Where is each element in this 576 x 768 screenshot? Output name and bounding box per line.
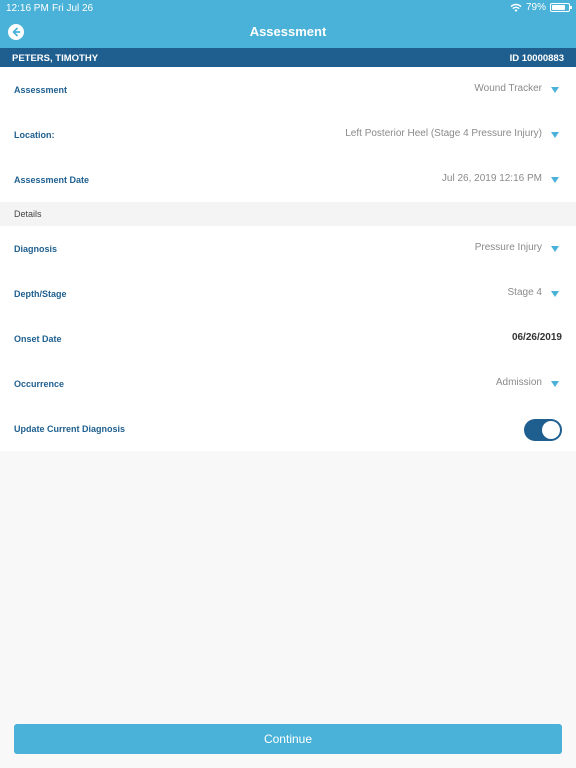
onset-date-field[interactable]: Onset Date 06/26/2019 — [0, 316, 576, 361]
depth-stage-label: Depth/Stage — [14, 289, 67, 299]
diagnosis-label: Diagnosis — [14, 244, 58, 254]
details-label: Details — [14, 209, 42, 219]
patient-name: PETERS, TIMOTHY — [12, 53, 99, 64]
continue-button[interactable]: Continue — [14, 724, 562, 754]
diagnosis-value: Pressure Injury — [474, 242, 542, 253]
assessment-form: Assessment Wound Tracker Location: Left … — [0, 67, 576, 451]
page-title: Assessment — [249, 24, 327, 39]
assessment-date-value: Jul 26, 2019 12:16 PM — [441, 173, 542, 184]
dropdown-arrow-icon — [551, 291, 559, 297]
dropdown-arrow-icon — [551, 246, 559, 252]
location-label: Location: — [14, 130, 55, 140]
assessment-date-label: Assessment Date — [14, 175, 90, 185]
occurrence-select[interactable]: Occurrence Admission — [0, 361, 576, 406]
onset-date-label: Onset Date — [14, 334, 62, 344]
dropdown-arrow-icon — [551, 87, 559, 93]
onset-date-value: 06/26/2019 — [511, 332, 562, 343]
status-right: 79% — [510, 2, 572, 13]
wifi-icon — [510, 3, 522, 12]
occurrence-value: Admission — [495, 377, 542, 388]
patient-id: ID 10000883 — [509, 53, 564, 64]
top-bar: 12:16 PM Fri Jul 26 79% Assessment — [0, 0, 576, 48]
depth-stage-select[interactable]: Depth/Stage Stage 4 — [0, 271, 576, 316]
toggle-knob — [542, 421, 560, 439]
details-section-header: Details — [0, 202, 576, 226]
assessment-label: Assessment — [14, 85, 68, 95]
update-diagnosis-toggle[interactable] — [524, 419, 562, 441]
battery-fill — [552, 5, 565, 10]
dropdown-arrow-icon — [551, 177, 559, 183]
assessment-select[interactable]: Assessment Wound Tracker — [0, 67, 576, 112]
location-value: Left Posterior Heel (Stage 4 Pressure In… — [345, 128, 542, 139]
status-bar: 12:16 PM Fri Jul 26 79% — [0, 0, 576, 16]
status-time: 12:16 PM — [6, 3, 49, 14]
battery-icon — [550, 3, 572, 12]
assessment-date-select[interactable]: Assessment Date Jul 26, 2019 12:16 PM — [0, 157, 576, 202]
depth-stage-value: Stage 4 — [507, 287, 542, 298]
dropdown-arrow-icon — [551, 132, 559, 138]
diagnosis-select[interactable]: Diagnosis Pressure Injury — [0, 226, 576, 271]
patient-bar: PETERS, TIMOTHY ID 10000883 — [0, 48, 576, 67]
assessment-value: Wound Tracker — [474, 83, 542, 94]
occurrence-label: Occurrence — [14, 379, 65, 389]
dropdown-arrow-icon — [551, 381, 559, 387]
update-diagnosis-row: Update Current Diagnosis — [0, 406, 576, 451]
status-date: Fri Jul 26 — [52, 3, 94, 14]
location-select[interactable]: Location: Left Posterior Heel (Stage 4 P… — [0, 112, 576, 157]
battery-percent: 79% — [525, 2, 546, 13]
update-diagnosis-label: Update Current Diagnosis — [14, 424, 126, 434]
